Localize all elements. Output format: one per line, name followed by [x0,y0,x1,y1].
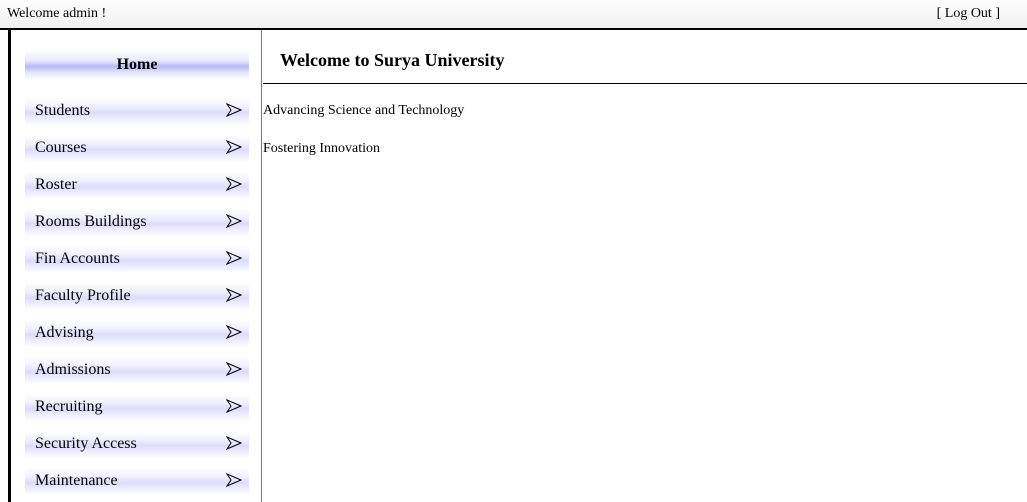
sidebar-item-label: Security Access [35,435,137,452]
sidebar-home-link[interactable]: Home [25,50,249,80]
chevron-right-icon [226,177,242,191]
sidebar-item-fin-accounts[interactable]: Fin Accounts [25,241,249,278]
logout-link[interactable]: [ Log Out ] [937,6,1000,22]
chevron-right-icon [226,140,242,154]
chevron-right-icon [226,103,242,117]
sidebar-item-label: Admissions [35,361,111,378]
sidebar-item-courses[interactable]: Courses [25,130,249,167]
sidebar-item-label: Maintenance [35,472,118,489]
sidebar-item-admissions[interactable]: Admissions [25,352,249,389]
page-title-bar: Welcome to Surya University [263,30,1027,84]
chevron-right-icon [226,399,242,413]
sidebar-menu: Students Courses Roster Rooms Buildings … [25,93,249,500]
chevron-right-icon [226,214,242,228]
chevron-right-icon [226,362,242,376]
sidebar-item-label: Rooms Buildings [35,213,147,230]
sidebar-item-faculty-profile[interactable]: Faculty Profile [25,278,249,315]
chevron-right-icon [226,436,242,450]
sidebar-item-advising[interactable]: Advising [25,315,249,352]
sidebar-item-roster[interactable]: Roster [25,167,249,204]
chevron-right-icon [226,288,242,302]
sidebar-item-label: Courses [35,139,87,156]
sidebar-item-label: Fin Accounts [35,250,120,267]
sidebar-item-label: Recruiting [35,398,103,415]
chevron-right-icon [226,473,242,487]
page-title: Welcome to Surya University [280,50,505,70]
tagline-innovation: Fostering Innovation [263,141,381,156]
sidebar-item-label: Faculty Profile [35,287,131,304]
sidebar-item-label: Advising [35,324,94,341]
sidebar-item-recruiting[interactable]: Recruiting [25,389,249,426]
chevron-right-icon [226,325,242,339]
sidebar-item-rooms-buildings[interactable]: Rooms Buildings [25,204,249,241]
chevron-right-icon [226,251,242,265]
sidebar-item-students[interactable]: Students [25,93,249,130]
welcome-message: Welcome admin ! [7,6,107,21]
sidebar-item-security-access[interactable]: Security Access [25,426,249,463]
tagline-science: Advancing Science and Technology [263,103,465,118]
top-bar: Welcome admin ! [ Log Out ] [0,0,1027,30]
sidebar-item-label: Roster [35,176,77,193]
sidebar-item-label: Students [35,102,91,119]
sidebar-item-maintenance[interactable]: Maintenance [25,463,249,500]
sidebar: Home Students Courses Roster Rooms Build… [11,30,262,502]
